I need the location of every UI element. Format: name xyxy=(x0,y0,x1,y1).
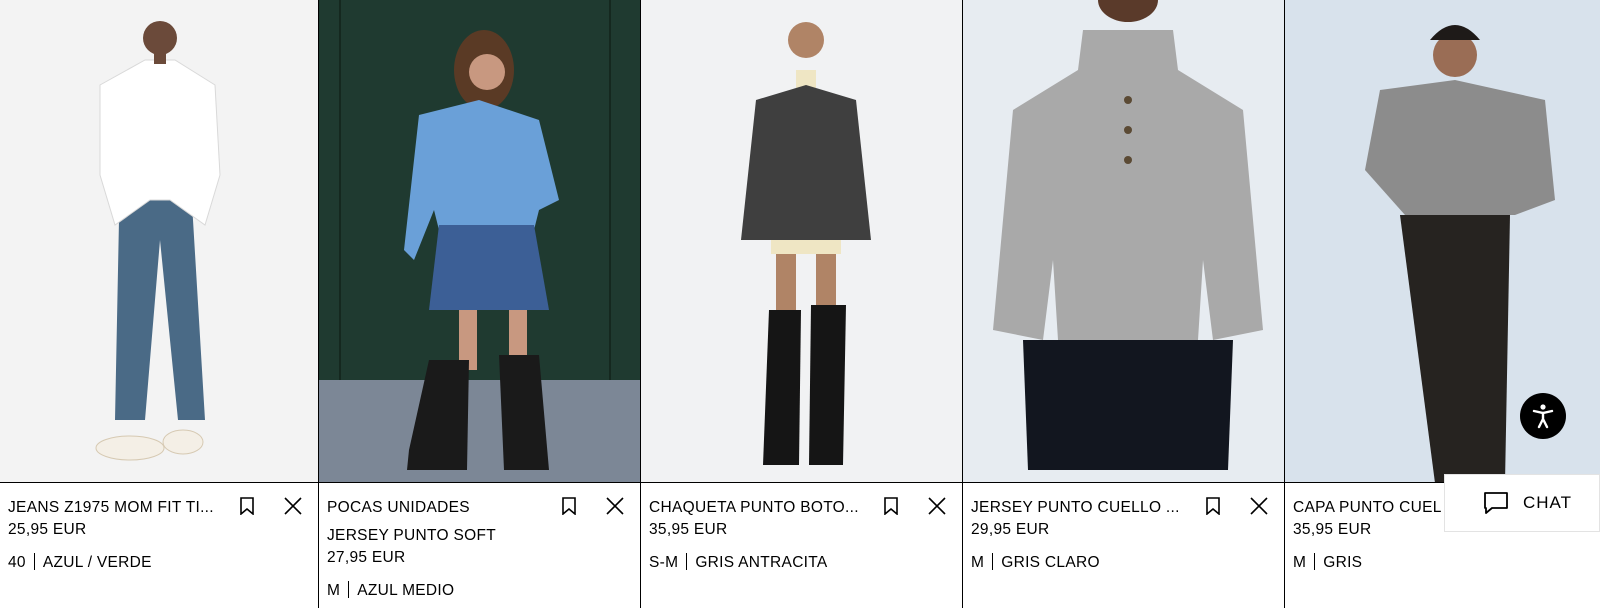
product-price: 35,95 EUR xyxy=(649,521,728,538)
product-price: 29,95 EUR xyxy=(971,521,1050,538)
product-info: JEANS Z1975 MOM FIT TI... 25,95 EUR 40 AZ… xyxy=(0,483,318,574)
accessibility-button[interactable] xyxy=(1520,393,1566,439)
product-card: JERSEY PUNTO CUELLO ... 29,95 EUR M GRIS … xyxy=(963,0,1285,608)
product-variant: M AZUL MEDIO xyxy=(327,580,632,602)
product-actions xyxy=(1202,495,1270,517)
product-variant: S-M GRIS ANTRACITA xyxy=(649,552,954,574)
product-card: POCAS UNIDADES JERSEY PUNTO SOFT 27,95 E… xyxy=(319,0,641,608)
chat-label: CHAT xyxy=(1523,493,1573,512)
product-actions xyxy=(558,495,626,517)
product-variant: M GRIS xyxy=(1293,552,1592,574)
chat-button[interactable]: CHAT xyxy=(1444,474,1600,532)
product-card: JEANS Z1975 MOM FIT TI... 25,95 EUR 40 AZ… xyxy=(0,0,319,608)
divider xyxy=(992,553,994,570)
product-grid: JEANS Z1975 MOM FIT TI... 25,95 EUR 40 AZ… xyxy=(0,0,1600,608)
close-icon[interactable] xyxy=(604,495,626,517)
close-icon[interactable] xyxy=(282,495,304,517)
product-name[interactable]: JERSEY PUNTO SOFT xyxy=(327,525,537,547)
product-size: M xyxy=(971,554,985,571)
product-price: 27,95 EUR xyxy=(327,549,406,566)
product-color: GRIS xyxy=(1323,554,1363,571)
product-color: AZUL MEDIO xyxy=(357,582,455,599)
product-name[interactable]: JERSEY PUNTO CUELLO ... xyxy=(971,497,1181,519)
accessibility-icon xyxy=(1532,404,1554,429)
product-image[interactable] xyxy=(641,0,962,483)
product-variant: M GRIS CLARO xyxy=(971,552,1276,574)
product-image[interactable] xyxy=(963,0,1284,483)
product-actions xyxy=(236,495,304,517)
product-card: CHAQUETA PUNTO BOTO... 35,95 EUR S-M GRIS… xyxy=(641,0,963,608)
product-color: GRIS CLARO xyxy=(1001,554,1100,571)
divider xyxy=(348,581,350,598)
chat-bubble-icon xyxy=(1484,492,1508,514)
product-price: 25,95 EUR xyxy=(8,521,87,538)
product-color: GRIS ANTRACITA xyxy=(695,554,828,571)
bookmark-icon[interactable] xyxy=(236,495,258,517)
product-color: AZUL / VERDE xyxy=(42,554,152,571)
divider xyxy=(686,553,688,570)
product-name[interactable]: JEANS Z1975 MOM FIT TI... xyxy=(8,497,218,519)
product-name[interactable]: CHAQUETA PUNTO BOTO... xyxy=(649,497,859,519)
product-image[interactable] xyxy=(0,0,318,483)
divider xyxy=(33,553,35,570)
product-actions xyxy=(880,495,948,517)
close-icon[interactable] xyxy=(1248,495,1270,517)
product-tag: POCAS UNIDADES xyxy=(327,499,470,516)
product-variant: 40 AZUL / VERDE xyxy=(8,552,310,574)
product-size: S-M xyxy=(649,554,679,571)
product-info: JERSEY PUNTO CUELLO ... 29,95 EUR M GRIS … xyxy=(963,483,1284,574)
product-size: M xyxy=(1293,554,1307,571)
bookmark-icon[interactable] xyxy=(558,495,580,517)
close-icon[interactable] xyxy=(926,495,948,517)
product-size: M xyxy=(327,582,341,599)
product-info: CHAQUETA PUNTO BOTO... 35,95 EUR S-M GRIS… xyxy=(641,483,962,574)
divider xyxy=(1314,553,1316,570)
bookmark-icon[interactable] xyxy=(880,495,902,517)
product-size: 40 xyxy=(8,554,26,571)
product-info: POCAS UNIDADES JERSEY PUNTO SOFT 27,95 E… xyxy=(319,483,640,602)
product-image[interactable] xyxy=(319,0,640,483)
bookmark-icon[interactable] xyxy=(1202,495,1224,517)
